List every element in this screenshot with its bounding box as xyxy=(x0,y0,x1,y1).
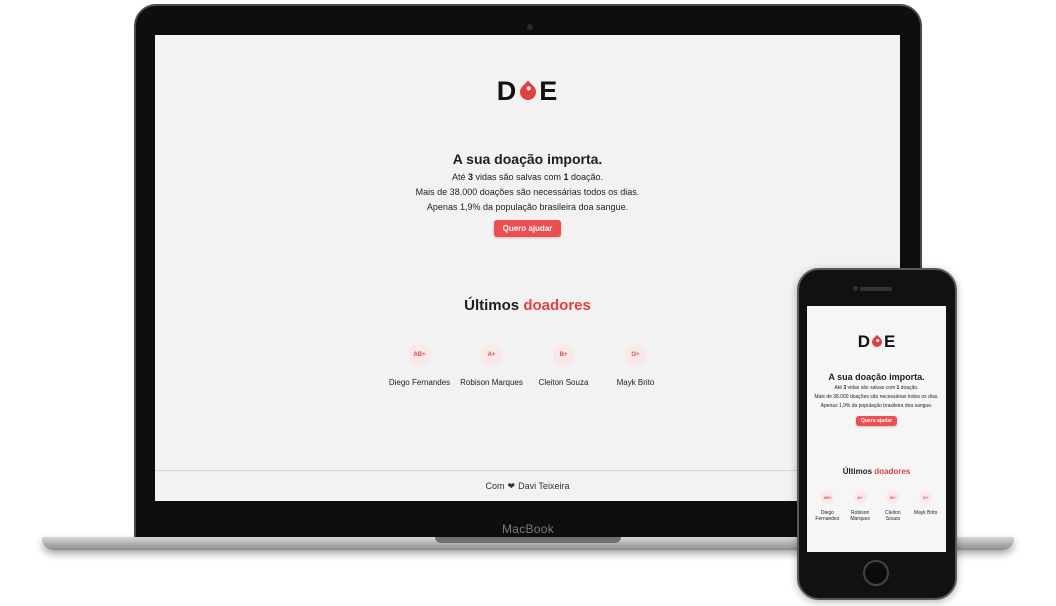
logo-letter-e: E xyxy=(883,332,896,351)
blood-type-badge: A+ xyxy=(853,491,867,504)
blood-type-badge: A+ xyxy=(480,344,503,366)
donor-card: O+ Mayk Brito xyxy=(608,344,664,387)
blood-type-badge: B+ xyxy=(886,491,900,504)
blood-type-badge: O+ xyxy=(919,491,933,504)
home-button-icon[interactable] xyxy=(863,560,889,586)
donor-name: Robison Marques xyxy=(850,510,870,522)
help-button[interactable]: Quero ajudar xyxy=(493,220,562,237)
donor-name: Cleiton Souza xyxy=(538,378,589,387)
donor-name: Robison Marques xyxy=(460,378,523,387)
phone-speaker xyxy=(860,287,892,291)
laptop-notch xyxy=(435,537,621,543)
footer: Com ❤ Davi Teixeira xyxy=(155,470,900,501)
donor-name: Cleiton Souza xyxy=(885,510,901,522)
hero-line-3: Apenas 1,9% da população brasileira doa … xyxy=(426,202,629,212)
donor-card: AB+ Diego Fernandes xyxy=(812,491,842,522)
help-button[interactable]: Quero ajudar xyxy=(855,416,898,426)
blood-type-badge: O+ xyxy=(624,344,647,366)
hero-line-1: Até 3 vidas são salvas com 1 doação. xyxy=(451,172,604,182)
blood-drop-icon xyxy=(516,80,540,103)
hero-line-2: Mais de 38.000 doações são necessárias t… xyxy=(814,394,939,400)
footer-author[interactable]: Davi Teixeira xyxy=(518,481,569,491)
phone-screen: D E A sua doação importa. Até 3 vidas sã… xyxy=(807,306,946,552)
hero-headline: A sua doação importa. xyxy=(828,372,925,382)
phone-camera-icon xyxy=(853,286,858,291)
logo[interactable]: D E xyxy=(155,76,900,107)
logo-letter-d: D xyxy=(857,332,870,351)
heart-icon: ❤ xyxy=(507,480,516,491)
donor-name: Mayk Brito xyxy=(913,510,938,516)
donor-card: B+ Cleiton Souza xyxy=(878,491,908,522)
donors-title: Últimos doadores xyxy=(842,467,911,476)
donor-list: AB+ Diego Fernandes A+ Robison Marques B+ C… xyxy=(155,344,900,387)
laptop-screen: D E A sua doação importa. Até 3 vidas sã… xyxy=(155,35,900,501)
donor-card: O+ Mayk Brito xyxy=(911,491,941,522)
hero-line-2: Mais de 38.000 doações são necessárias t… xyxy=(415,187,640,197)
blood-type-badge: AB+ xyxy=(820,491,834,504)
donor-card: A+ Robison Marques xyxy=(460,344,523,387)
camera-icon xyxy=(527,24,533,30)
logo-letter-e: E xyxy=(539,76,559,106)
logo-letter-d: D xyxy=(496,76,518,106)
donor-card: A+ Robison Marques xyxy=(845,491,875,522)
hero-headline: A sua doação importa. xyxy=(452,151,603,167)
blood-drop-icon xyxy=(869,334,885,350)
donors-title: Últimos doadores xyxy=(464,297,591,314)
hero-line-1: Até 3 vidas são salvas com 1 doação. xyxy=(834,385,919,391)
donor-name: Diego Fernandes xyxy=(815,510,840,522)
blood-type-badge: B+ xyxy=(552,344,575,366)
logo[interactable]: D E xyxy=(807,332,946,352)
blood-type-badge: AB+ xyxy=(408,344,431,366)
donor-name: Diego Fernandes xyxy=(388,378,451,387)
donor-card: AB+ Diego Fernandes xyxy=(388,344,451,387)
footer-prefix: Com xyxy=(485,481,505,491)
donor-card: B+ Cleiton Souza xyxy=(536,344,592,387)
donor-name: Mayk Brito xyxy=(616,378,655,387)
donor-list: AB+ Diego Fernandes A+ Robison Marques B+ C… xyxy=(807,491,946,522)
